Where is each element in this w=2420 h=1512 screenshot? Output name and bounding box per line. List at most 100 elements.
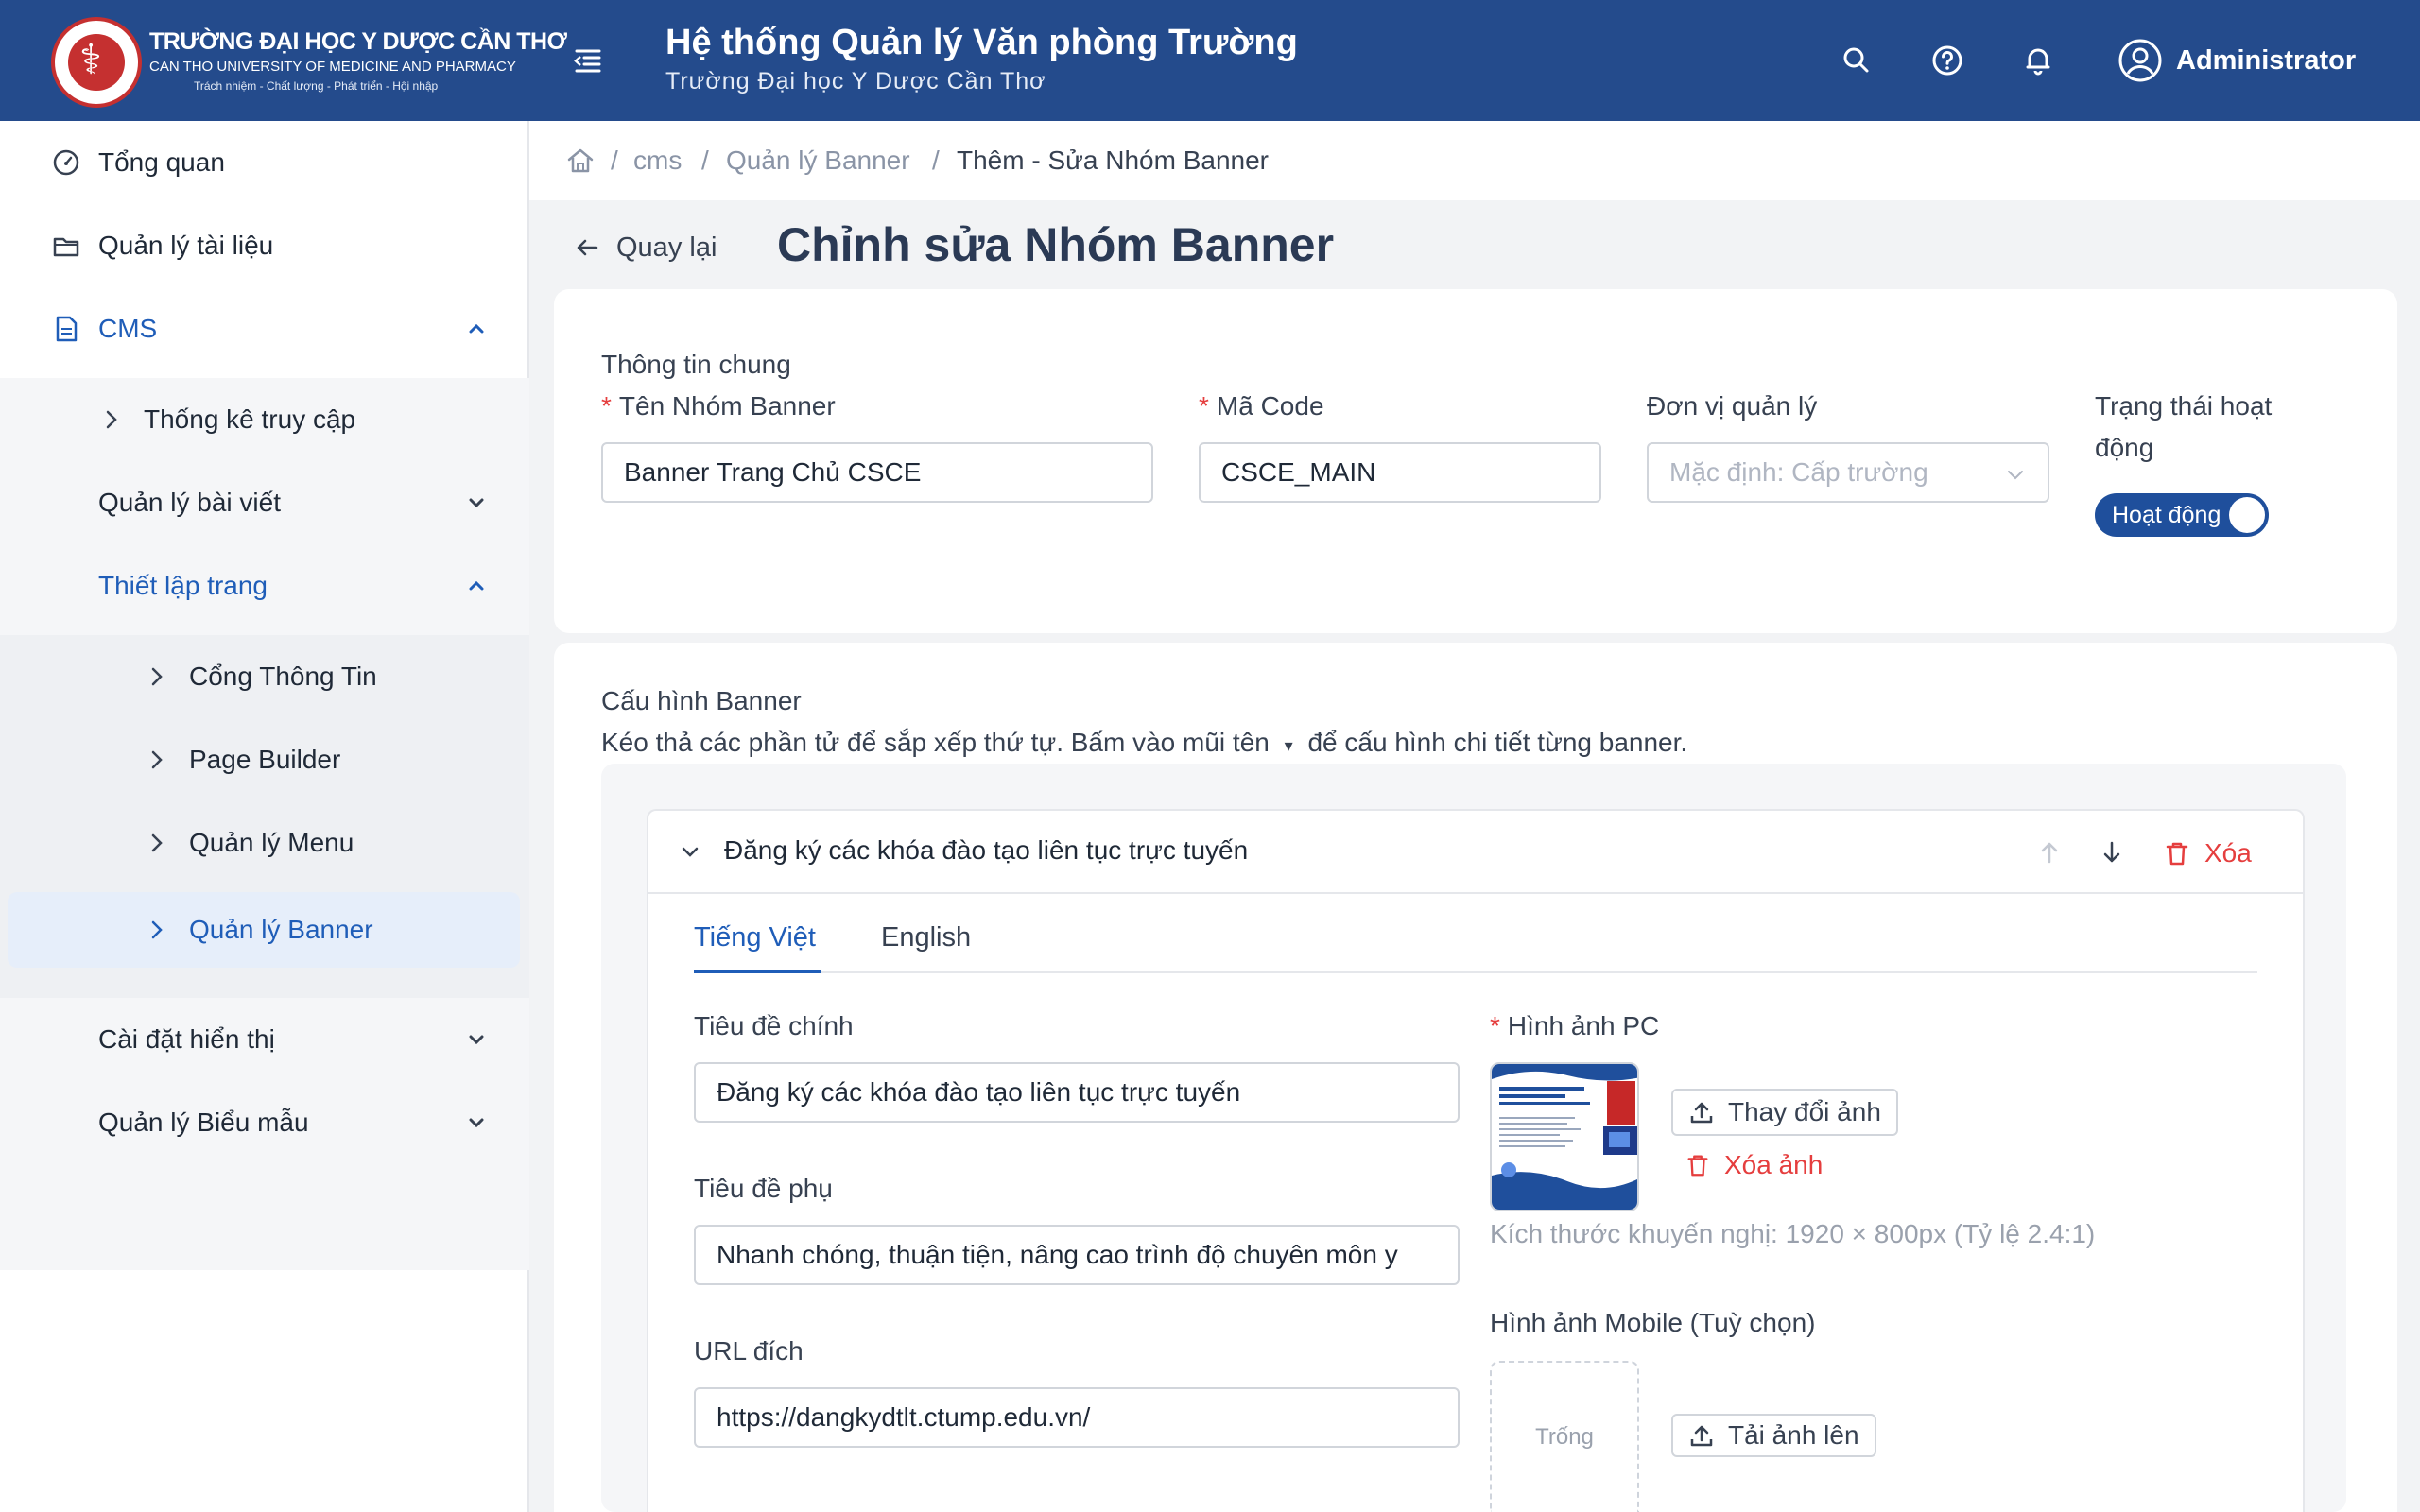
status-toggle[interactable]: Hoạt động — [2095, 493, 2269, 537]
status-label-line2: động — [2095, 433, 2154, 462]
tab-vietnamese[interactable]: Tiếng Việt — [694, 922, 816, 954]
app-title: Hệ thống Quản lý Văn phòng Trường — [666, 23, 1298, 62]
sidebar-item-label: Quản lý Banner — [189, 915, 373, 944]
banner-item-title: Đăng ký các khóa đào tạo liên tục trực t… — [724, 835, 1249, 865]
main-title-label: Tiêu đề chính — [694, 1011, 854, 1040]
chevron-down-icon — [2004, 463, 2027, 486]
breadcrumb-separator: / — [611, 146, 618, 175]
sidebar-item-label: Tổng quan — [98, 147, 225, 177]
active-tab-indicator — [694, 970, 821, 973]
managing-unit-placeholder: Mặc định: Cấp trường — [1669, 457, 1928, 487]
general-info-title: Thông tin chung — [601, 350, 791, 379]
dashboard-icon — [51, 147, 81, 178]
upload-icon — [1688, 1422, 1715, 1449]
tab-divider — [694, 971, 2257, 973]
subtitle-input[interactable]: Nhanh chóng, thuận tiện, nâng cao trình … — [694, 1225, 1460, 1285]
chevron-right-icon — [144, 747, 170, 773]
notification-bell-icon[interactable] — [2019, 42, 2057, 79]
sidebar-item-posts[interactable]: Quản lý bài viết — [0, 461, 529, 544]
pc-image-thumbnail — [1490, 1062, 1639, 1211]
breadcrumb-item-cms[interactable]: cms — [633, 146, 682, 176]
banner-group-name-input[interactable]: Banner Trang Chủ CSCE — [601, 442, 1153, 503]
delete-banner-button[interactable]: Xóa — [2163, 830, 2252, 877]
sidebar-item-label: Quản lý Menu — [189, 828, 354, 857]
sidebar-item-label: Thiết lập trang — [98, 571, 268, 600]
sidebar-item-label: Cổng Thông Tin — [189, 662, 377, 691]
sidebar-item-forms[interactable]: Quản lý Biểu mẫu — [0, 1081, 529, 1164]
sidebar-item-label: Cài đặt hiển thị — [98, 1024, 275, 1054]
arrow-up-icon[interactable] — [2034, 837, 2065, 868]
university-name-vn: TRƯỜNG ĐẠI HỌC Y DƯỢC CẦN THƠ — [149, 28, 567, 55]
sidebar-item-display-settings[interactable]: Cài đặt hiển thị — [0, 998, 529, 1081]
chevron-up-icon — [465, 575, 488, 597]
pc-image-label: * Hình ảnh PC — [1490, 1011, 1660, 1040]
tab-english[interactable]: English — [881, 922, 971, 954]
banner-group-name-label: * Tên Nhóm Banner — [601, 391, 836, 421]
upload-image-button[interactable]: Tải ảnh lên — [1671, 1414, 1876, 1457]
page-setup-submenu: Cổng Thông Tin Page Builder Quản lý Menu… — [0, 635, 529, 998]
status-toggle-label: Hoạt động — [2112, 502, 2221, 528]
banner-config-hint: Kéo thả các phần tử để sắp xếp thứ tự. B… — [601, 728, 1688, 757]
sidebar-item-cms[interactable]: CMS — [0, 287, 529, 370]
back-button[interactable]: Quay lại — [573, 229, 717, 266]
toggle-knob — [2229, 497, 2265, 533]
managing-unit-select[interactable]: Mặc định: Cấp trường — [1647, 442, 2049, 503]
code-input[interactable]: CSCE_MAIN — [1199, 442, 1601, 503]
cms-submenu: Thống kê truy cập Quản lý bài viết Thiết… — [0, 378, 529, 1270]
document-icon — [51, 314, 81, 344]
university-logo — [51, 17, 142, 108]
user-name: Administrator — [2176, 44, 2357, 76]
menu-toggle-icon[interactable] — [573, 47, 603, 74]
chevron-right-icon — [144, 917, 170, 943]
chevron-down-icon — [465, 1028, 488, 1051]
sidebar-item-dashboard[interactable]: Tổng quan — [0, 121, 529, 204]
sidebar-item-label: Quản lý bài viết — [98, 488, 281, 517]
managing-unit-label: Đơn vị quản lý — [1647, 391, 1818, 421]
top-header: TRƯỜNG ĐẠI HỌC Y DƯỢC CẦN THƠ CAN THO UN… — [0, 0, 2420, 121]
sidebar-item-menu-manager[interactable]: Quản lý Menu — [0, 801, 529, 885]
image-size-hint: Kích thước khuyến nghị: 1920 × 800px (Tỷ… — [1490, 1219, 2096, 1248]
sidebar-item-label: Page Builder — [189, 745, 341, 774]
arrow-left-icon — [573, 233, 601, 262]
sidebar: Tổng quan Quản lý tài liệu CMS Thống kê … — [0, 121, 529, 1512]
change-image-button[interactable]: Thay đổi ảnh — [1671, 1089, 1898, 1136]
folder-icon — [51, 231, 81, 261]
banner-config-title: Cấu hình Banner — [601, 686, 802, 715]
sidebar-item-label: CMS — [98, 314, 158, 343]
sidebar-item-page-setup[interactable]: Thiết lập trang — [0, 544, 529, 627]
sidebar-item-page-builder[interactable]: Page Builder — [0, 718, 529, 801]
breadcrumb-item-current: Thêm - Sửa Nhóm Banner — [957, 146, 1269, 175]
sidebar-item-portal[interactable]: Cổng Thông Tin — [0, 635, 529, 718]
caret-down-icon: ▾ — [1284, 736, 1293, 755]
back-label: Quay lại — [616, 232, 717, 263]
arrow-down-icon[interactable] — [2097, 837, 2127, 868]
user-menu[interactable]: Administrator — [2118, 38, 2356, 83]
home-icon[interactable] — [565, 146, 596, 176]
target-url-input[interactable]: https://dangkydtlt.ctump.edu.vn/ — [694, 1387, 1460, 1448]
help-icon[interactable] — [1928, 42, 1966, 79]
subtitle-label: Tiêu đề phụ — [694, 1174, 833, 1203]
mobile-image-label: Hình ảnh Mobile (Tuỳ chọn) — [1490, 1308, 1816, 1337]
sidebar-item-documents[interactable]: Quản lý tài liệu — [0, 204, 529, 287]
page-title: Chỉnh sửa Nhóm Banner — [777, 218, 1335, 271]
sidebar-item-label: Thống kê truy cập — [144, 404, 356, 434]
breadcrumb-separator: / — [932, 146, 940, 175]
university-motto: Trách nhiệm - Chất lượng - Phát triển - … — [194, 79, 439, 93]
breadcrumb: / cms / Quản lý Banner / Thêm - Sửa Nhóm… — [529, 121, 2420, 200]
chevron-down-icon[interactable] — [677, 839, 703, 866]
university-name-en: CAN THO UNIVERSITY OF MEDICINE AND PHARM… — [149, 59, 516, 75]
breadcrumb-item-banner-manager[interactable]: Quản lý Banner — [726, 146, 910, 176]
status-label: Trạng thái hoạt — [2095, 391, 2273, 421]
chevron-down-icon — [465, 491, 488, 514]
search-icon[interactable] — [1838, 42, 1876, 79]
main-title-input[interactable]: Đăng ký các khóa đào tạo liên tục trực t… — [694, 1062, 1460, 1123]
trash-icon — [1685, 1152, 1711, 1178]
app-subtitle: Trường Đại học Y Dược Cần Thơ — [666, 68, 1046, 94]
chevron-up-icon — [465, 318, 488, 340]
target-url-label: URL đích — [694, 1336, 804, 1366]
sidebar-item-access-stats[interactable]: Thống kê truy cập — [0, 378, 529, 461]
sidebar-item-label: Quản lý tài liệu — [98, 231, 274, 260]
delete-image-button[interactable]: Xóa ảnh — [1685, 1142, 1823, 1189]
sidebar-item-banner-manager[interactable]: Quản lý Banner — [8, 892, 520, 968]
mobile-image-placeholder[interactable]: Trống — [1490, 1361, 1639, 1512]
